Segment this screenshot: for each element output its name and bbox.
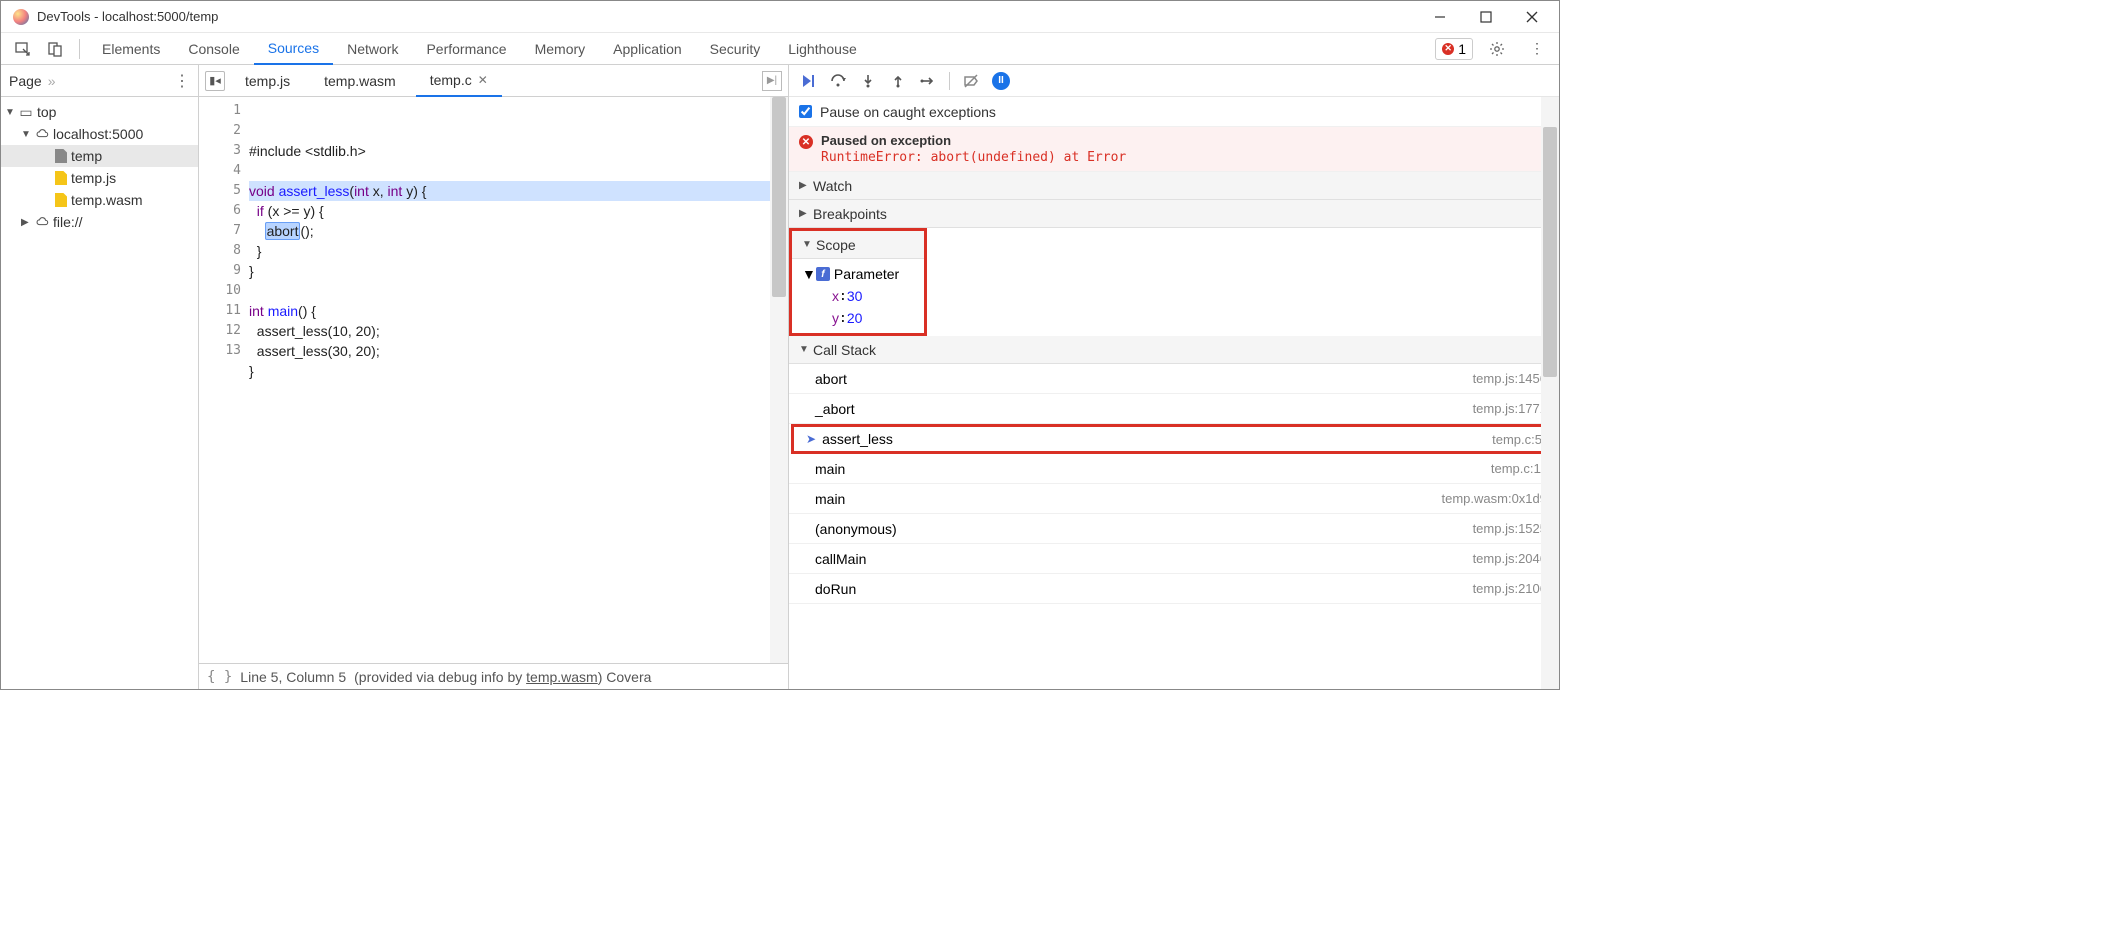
scope-highlight-box: ▼Scope ▼fParameter x: 30 y: 20 (789, 228, 927, 336)
pause-on-exceptions-icon[interactable]: II (992, 72, 1010, 90)
stack-frame-current[interactable]: ➤ assert_lesstemp.c:5 (791, 424, 1557, 454)
window-title: DevTools - localhost:5000/temp (37, 9, 218, 24)
step-into-icon[interactable] (859, 72, 877, 90)
tab-application[interactable]: Application (599, 33, 696, 65)
section-callstack[interactable]: ▼Call Stack (789, 336, 1559, 364)
section-watch[interactable]: ▶Watch (789, 172, 1559, 200)
close-button[interactable] (1509, 1, 1555, 33)
code-content[interactable]: #include <stdlib.h> void assert_less(int… (249, 97, 788, 663)
editor-tab-tempjs[interactable]: temp.js (231, 65, 304, 97)
pause-on-caught-option[interactable]: Pause on caught exceptions (789, 97, 1559, 127)
tree-file-scheme[interactable]: ▶ file:// (1, 211, 198, 233)
exception-title: Paused on exception (821, 133, 1126, 148)
editor-tab-tempwasm[interactable]: temp.wasm (310, 65, 410, 97)
debugger-scrollbar[interactable] (1541, 97, 1559, 689)
pretty-print-icon[interactable]: { } (207, 669, 232, 685)
tab-console[interactable]: Console (174, 33, 253, 65)
editor-statusbar: { } Line 5, Column 5 (provided via debug… (199, 663, 788, 689)
maximize-button[interactable] (1463, 1, 1509, 33)
editor-panel: ▮◂ temp.js temp.wasm temp.c✕ ▶| 12345678… (199, 65, 789, 689)
tab-memory[interactable]: Memory (521, 33, 600, 65)
navigator-header: Page » ⋮ (1, 65, 198, 97)
tree-origin[interactable]: ▼ localhost:5000 (1, 123, 198, 145)
tree-file-tempwasm[interactable]: temp.wasm (1, 189, 198, 211)
main-tabstrip: Elements Console Sources Network Perform… (1, 33, 1559, 65)
minimize-button[interactable] (1417, 1, 1463, 33)
navigator-panel: Page » ⋮ ▼ top ▼ localhost:5000 temp (1, 65, 199, 689)
debugger-panel: II Pause on caught exceptions ✕ Paused o… (789, 65, 1559, 689)
close-icon[interactable]: ✕ (478, 73, 488, 87)
stack-frame[interactable]: _aborttemp.js:1771 (789, 394, 1559, 424)
chevron-right-icon[interactable]: » (48, 73, 56, 89)
device-icon[interactable] (45, 39, 65, 59)
file-icon (55, 171, 67, 185)
line-gutter: 12345678910111213 (199, 97, 249, 663)
scope-group-parameter[interactable]: ▼fParameter (802, 263, 924, 285)
frame-icon (19, 105, 33, 119)
tree-top[interactable]: ▼ top (1, 101, 198, 123)
tab-performance[interactable]: Performance (412, 33, 520, 65)
error-count: 1 (1458, 41, 1466, 57)
cursor-position: Line 5, Column 5 (240, 669, 346, 685)
stack-frame[interactable]: callMaintemp.js:2046 (789, 544, 1559, 574)
tab-security[interactable]: Security (696, 33, 775, 65)
devtools-window: DevTools - localhost:5000/temp Elements … (0, 0, 1560, 690)
titlebar: DevTools - localhost:5000/temp (1, 1, 1559, 33)
tree-file-temp[interactable]: temp (1, 145, 198, 167)
exception-message: RuntimeError: abort(undefined) at Error (821, 150, 1126, 165)
toggle-navigator-icon[interactable]: ▮◂ (205, 71, 225, 91)
debug-info-link[interactable]: temp.wasm (526, 669, 598, 685)
tab-sources[interactable]: Sources (254, 33, 333, 65)
section-breakpoints[interactable]: ▶Breakpoints (789, 200, 1559, 228)
cloud-icon (35, 127, 49, 141)
file-icon (55, 193, 67, 207)
error-icon: ✕ (1442, 43, 1454, 55)
section-scope[interactable]: ▼Scope (792, 231, 924, 259)
cloud-icon (35, 215, 49, 229)
editor-tabstrip: ▮◂ temp.js temp.wasm temp.c✕ ▶| (199, 65, 788, 97)
run-snippet-icon[interactable]: ▶| (762, 71, 782, 91)
resume-icon[interactable] (799, 72, 817, 90)
inspect-icon[interactable] (13, 39, 33, 59)
scope-var-x[interactable]: x: 30 (802, 285, 924, 307)
app-icon (13, 9, 29, 25)
stack-frame[interactable]: aborttemp.js:1456 (789, 364, 1559, 394)
paused-exception-banner: ✕ Paused on exception RuntimeError: abor… (789, 127, 1559, 172)
tab-lighthouse[interactable]: Lighthouse (774, 33, 871, 65)
step-over-icon[interactable] (829, 72, 847, 90)
error-count-badge[interactable]: ✕ 1 (1435, 38, 1473, 60)
function-badge-icon: f (816, 267, 830, 281)
step-icon[interactable] (919, 72, 937, 90)
kebab-icon[interactable]: ⋮ (1527, 39, 1547, 59)
tree-file-tempjs[interactable]: temp.js (1, 167, 198, 189)
navigator-menu-icon[interactable]: ⋮ (174, 71, 190, 91)
code-editor[interactable]: 12345678910111213 #include <stdlib.h> vo… (199, 97, 788, 663)
deactivate-breakpoints-icon[interactable] (962, 72, 980, 90)
tab-elements[interactable]: Elements (88, 33, 174, 65)
stack-frame[interactable]: maintemp.wasm:0x1d9 (789, 484, 1559, 514)
pause-on-caught-checkbox[interactable] (799, 105, 812, 118)
current-frame-icon: ➤ (806, 432, 816, 446)
error-icon: ✕ (799, 135, 813, 149)
step-out-icon[interactable] (889, 72, 907, 90)
settings-icon[interactable] (1487, 39, 1507, 59)
file-tree: ▼ top ▼ localhost:5000 temp temp.js (1, 97, 198, 237)
stack-frame[interactable]: doRuntemp.js:2106 (789, 574, 1559, 604)
stack-frame[interactable]: (anonymous)temp.js:1525 (789, 514, 1559, 544)
file-icon (55, 149, 67, 163)
tab-network[interactable]: Network (333, 33, 412, 65)
scope-var-y[interactable]: y: 20 (802, 307, 924, 329)
navigator-tab-page[interactable]: Page (9, 73, 42, 89)
stack-frame[interactable]: maintemp.c:11 (789, 454, 1559, 484)
editor-tab-tempc[interactable]: temp.c✕ (416, 65, 502, 97)
debugger-toolbar: II (789, 65, 1559, 97)
